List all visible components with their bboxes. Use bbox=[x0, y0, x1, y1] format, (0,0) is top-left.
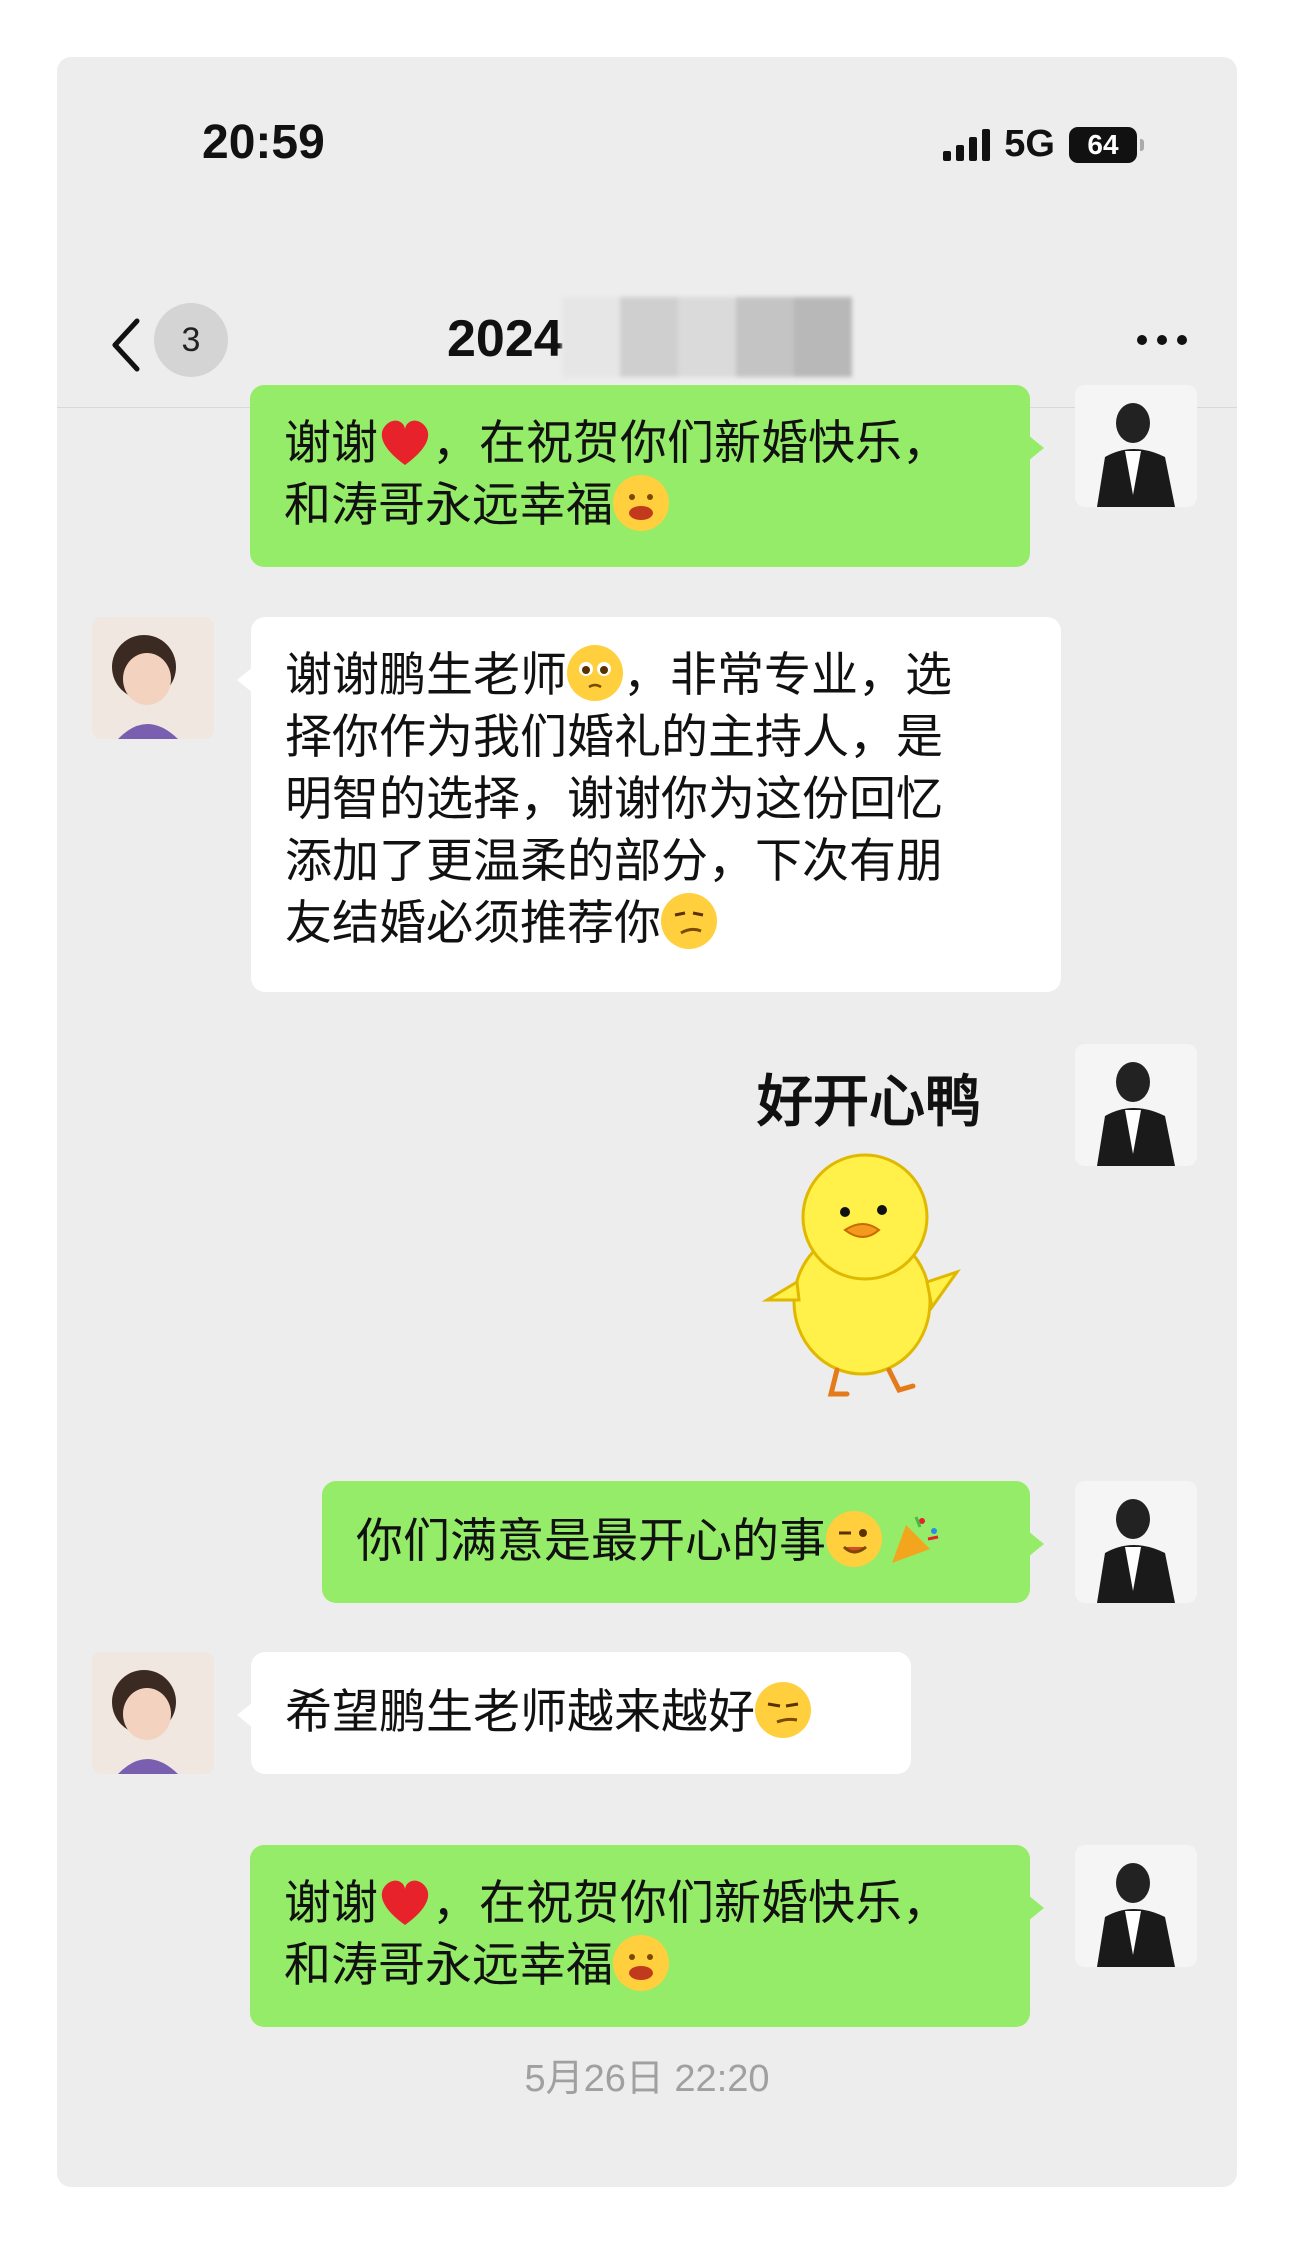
battery-icon: 64 bbox=[1069, 126, 1144, 163]
chat-title: 2024 bbox=[447, 310, 563, 368]
message-bubble-sent[interactable]: 你们满意是最开心的事 bbox=[322, 1481, 1044, 1603]
message-text: ，非常专业，选 bbox=[623, 648, 952, 703]
unread-count-badge[interactable]: 3 bbox=[154, 303, 228, 377]
sticker-caption: 好开心鸭 bbox=[757, 1070, 981, 1135]
message-text: 谢谢鹏生老师 bbox=[285, 648, 567, 703]
party-popper-icon bbox=[892, 1516, 939, 1563]
message-text: ，在祝贺你们新婚快乐， bbox=[432, 416, 949, 471]
message-bubble-received[interactable]: 希望鹏生老师越来越好 bbox=[237, 1652, 911, 1774]
chat-screen: 20:59 5G 64 3 2024 谢谢 ，在祝贺你们新婚快乐， 和涛哥永远幸福 bbox=[57, 57, 1237, 2187]
hugging-face-emoji bbox=[613, 475, 669, 531]
red-heart-icon bbox=[381, 1880, 429, 1925]
message-bubble-sent[interactable]: 谢谢 ，在祝贺你们新婚快乐， 和涛哥永远幸福 bbox=[250, 1845, 1044, 2027]
status-indicators: 5G 64 bbox=[943, 123, 1144, 166]
contact-avatar[interactable] bbox=[92, 617, 214, 739]
my-avatar[interactable] bbox=[1075, 1845, 1197, 1967]
my-avatar[interactable] bbox=[1075, 1481, 1197, 1603]
my-avatar[interactable] bbox=[1075, 1044, 1197, 1166]
message-text: 明智的选择，谢谢你为这份回忆 bbox=[285, 772, 943, 827]
message-text: 谢谢 bbox=[284, 1876, 378, 1931]
back-arrow-icon[interactable] bbox=[107, 315, 147, 375]
hugging-face-emoji bbox=[613, 1935, 669, 1991]
my-avatar[interactable] bbox=[1075, 385, 1197, 507]
message-text: 谢谢 bbox=[284, 416, 378, 471]
message-text: 和涛哥永远幸福 bbox=[284, 478, 613, 533]
signal-icon bbox=[943, 128, 991, 161]
contact-avatar[interactable] bbox=[92, 1652, 214, 1774]
more-options-icon[interactable] bbox=[1137, 335, 1187, 345]
red-heart-icon bbox=[381, 420, 429, 465]
message-timestamp: 5月26日 22:20 bbox=[524, 2058, 770, 2100]
message-text: 择你作为我们婚礼的主持人，是 bbox=[285, 710, 943, 765]
network-type: 5G bbox=[1004, 123, 1055, 165]
message-text: 添加了更温柔的部分，下次有朋 bbox=[285, 834, 943, 889]
message-text: 希望鹏生老师越来越好 bbox=[285, 1685, 755, 1740]
message-text: ，在祝贺你们新婚快乐， bbox=[432, 1876, 949, 1931]
smirking-face-emoji bbox=[755, 1682, 811, 1738]
message-text: 和涛哥永远幸福 bbox=[284, 1938, 613, 1993]
blurred-title-region bbox=[562, 297, 852, 377]
yellow-duck-sticker[interactable] bbox=[757, 1132, 967, 1402]
message-bubble-sent[interactable]: 谢谢 ，在祝贺你们新婚快乐， 和涛哥永远幸福 bbox=[250, 385, 1044, 567]
message-bubble-received[interactable]: 谢谢鹏生老师 ，非常专业，选 择你作为我们婚礼的主持人，是 明智的选择，谢谢你为这… bbox=[237, 617, 1061, 992]
winking-face-emoji bbox=[826, 1511, 882, 1567]
message-text: 你们满意是最开心的事 bbox=[356, 1514, 826, 1569]
status-time: 20:59 bbox=[202, 116, 325, 169]
thinking-face-emoji bbox=[661, 893, 717, 949]
message-text: 友结婚必须推荐你 bbox=[285, 896, 661, 951]
battery-level: 64 bbox=[1087, 128, 1119, 160]
pleading-face-emoji bbox=[567, 645, 623, 701]
